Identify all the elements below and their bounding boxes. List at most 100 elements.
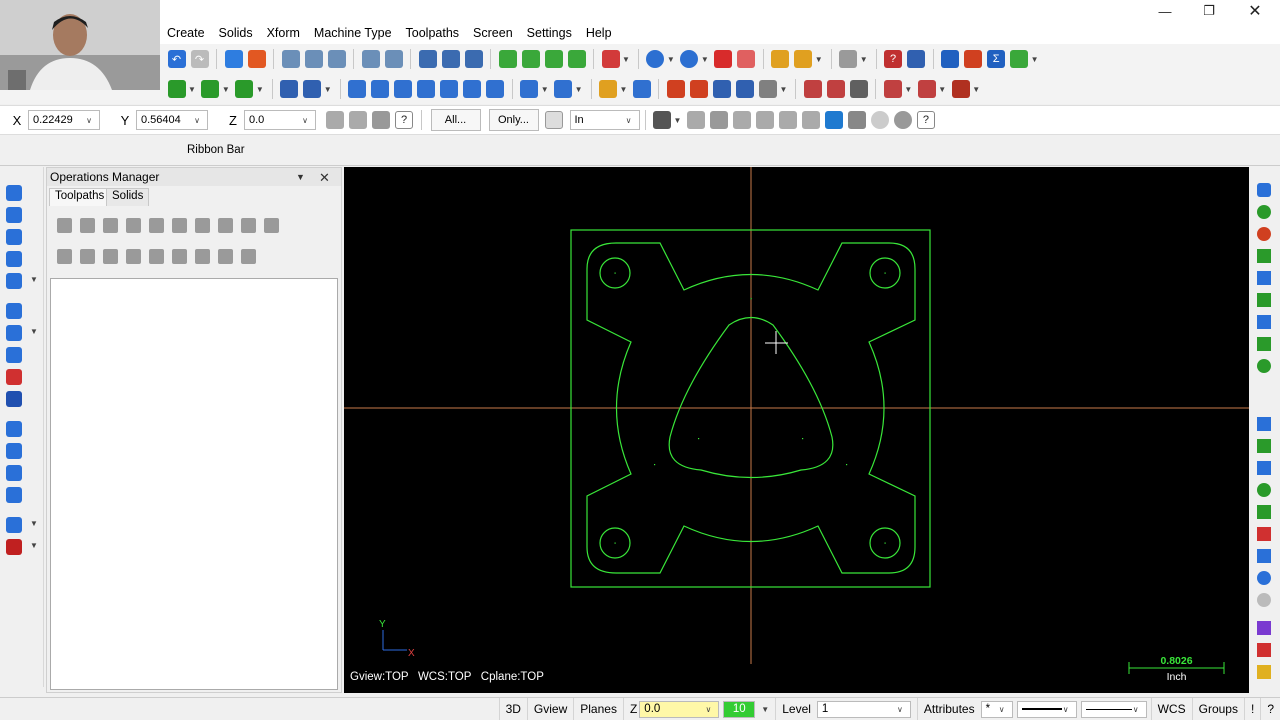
menu-settings[interactable]: Settings	[520, 22, 579, 44]
chevron-down-icon[interactable]: ▼	[222, 85, 230, 94]
edit-point-icon[interactable]	[372, 111, 390, 129]
post-icon[interactable]	[849, 80, 868, 98]
no-entry-icon[interactable]	[1257, 593, 1271, 607]
help-icon[interactable]: ?	[395, 111, 413, 129]
view-right-icon[interactable]	[544, 50, 563, 68]
measure-icon[interactable]	[794, 50, 813, 68]
scroll-icon[interactable]	[195, 248, 210, 264]
chevron-down-icon[interactable]: ▼	[30, 275, 38, 284]
toggle-posting-icon[interactable]	[80, 248, 95, 264]
status-color-field[interactable]: 10	[723, 700, 756, 718]
fast-point-icon[interactable]	[326, 111, 344, 129]
dimension-icon[interactable]	[6, 517, 22, 533]
frame-icon[interactable]	[1257, 527, 1271, 541]
chevron-down-icon[interactable]: ▼	[938, 85, 946, 94]
color-tool-icon[interactable]	[1257, 621, 1271, 635]
solid-icon[interactable]	[6, 539, 22, 555]
solid-icon[interactable]	[714, 50, 733, 68]
menu-solids[interactable]: Solids	[212, 22, 260, 44]
zoom-target-icon[interactable]	[304, 50, 323, 68]
lock-icon[interactable]	[349, 111, 367, 129]
chevron-down-icon[interactable]: ▼	[701, 55, 709, 64]
plus-icon[interactable]	[1257, 439, 1271, 453]
stock-icon[interactable]	[917, 80, 936, 98]
lock-icon[interactable]	[57, 248, 72, 264]
globe-icon[interactable]	[646, 50, 665, 68]
xform-move-icon[interactable]	[348, 80, 367, 98]
chain-icon[interactable]	[653, 111, 671, 129]
status-gview-button[interactable]: Gview	[526, 697, 573, 720]
grid-tool-icon[interactable]	[1257, 271, 1271, 285]
pan-icon[interactable]	[224, 50, 243, 68]
engrave-icon[interactable]	[735, 80, 754, 98]
menu-screen[interactable]: Screen	[466, 22, 520, 44]
point-icon[interactable]	[6, 185, 22, 201]
chevron-down-icon[interactable]: ▼	[256, 85, 264, 94]
arc-icon[interactable]	[6, 229, 22, 245]
menu-help[interactable]: Help	[579, 22, 619, 44]
status-z-field[interactable]: 0.0 ∨	[639, 700, 720, 718]
unit-select[interactable]: In ∨	[569, 110, 640, 130]
xform-mirror-icon[interactable]	[371, 80, 390, 98]
sphere-icon[interactable]	[680, 50, 699, 68]
vector-select-icon[interactable]	[732, 111, 751, 129]
grid-icon[interactable]	[554, 80, 573, 98]
help-icon[interactable]: ?	[916, 111, 935, 129]
zoom-in-icon[interactable]	[327, 50, 346, 68]
solid-select-icon[interactable]	[778, 111, 797, 129]
clear-colors-icon[interactable]	[441, 50, 460, 68]
merge-icon[interactable]	[941, 50, 960, 68]
pocket-icon[interactable]	[666, 80, 685, 98]
rectangle-icon[interactable]	[6, 303, 22, 319]
exit-icon[interactable]	[1010, 50, 1029, 68]
target-icon[interactable]	[1257, 227, 1271, 241]
backplot-icon[interactable]	[149, 217, 164, 233]
line-icon[interactable]	[6, 207, 22, 223]
insert-arrow-icon[interactable]	[172, 248, 187, 264]
restore-button[interactable]: ❐	[1186, 0, 1232, 22]
chevron-down-icon[interactable]: ▼	[667, 55, 675, 64]
status-level-button[interactable]: Level	[775, 697, 817, 720]
door-icon[interactable]	[6, 443, 22, 459]
chevron-down-icon[interactable]: ▼	[972, 85, 980, 94]
status-wcs-button[interactable]: WCS	[1150, 697, 1192, 720]
post-selected-icon[interactable]	[218, 217, 233, 233]
xform-rotate-icon[interactable]	[394, 80, 413, 98]
chevron-down-icon[interactable]: ▼	[1031, 55, 1039, 64]
status-line-width-field[interactable]: ∨	[1080, 700, 1147, 718]
verify-icon[interactable]	[172, 217, 187, 233]
filter-icon[interactable]	[847, 111, 866, 129]
only-display-icon[interactable]	[218, 248, 233, 264]
bounding-box-icon[interactable]	[6, 369, 22, 385]
chevron-down-icon[interactable]: ▼	[904, 85, 912, 94]
fillet-icon[interactable]	[6, 251, 22, 267]
redo-icon[interactable]: ↷	[190, 50, 209, 68]
view-top-icon[interactable]	[498, 50, 517, 68]
status-groups-button[interactable]: Groups	[1191, 697, 1244, 720]
chevron-down-icon[interactable]: ▼	[860, 55, 868, 64]
face-select-icon[interactable]	[801, 111, 820, 129]
tab-toolpaths[interactable]: Toolpaths	[49, 188, 111, 206]
status-alert-button[interactable]: !	[1243, 697, 1260, 720]
move-up-icon[interactable]	[149, 248, 164, 264]
polygon-select-icon[interactable]	[709, 111, 728, 129]
regenerate-icon[interactable]	[103, 217, 118, 233]
shading-icon[interactable]	[601, 50, 620, 68]
trim-icon[interactable]	[280, 80, 299, 98]
chevron-down-icon[interactable]: ▼	[761, 705, 769, 714]
xform-roll-icon[interactable]	[486, 80, 505, 98]
status-level-field[interactable]: 1 ∨	[816, 700, 911, 718]
polygon-icon[interactable]	[6, 325, 22, 341]
select-dirty-ops-icon[interactable]	[80, 217, 95, 233]
select-only-button[interactable]: Only...	[488, 109, 539, 131]
layout-icon[interactable]	[907, 50, 926, 68]
move-down-icon[interactable]	[126, 248, 141, 264]
chevron-down-icon[interactable]: ∨	[1133, 705, 1139, 714]
chevron-down-icon[interactable]: ∨	[705, 705, 711, 714]
plane-icon[interactable]	[1257, 183, 1271, 197]
chevron-down-icon[interactable]: ∨	[1063, 705, 1069, 714]
chevron-down-icon[interactable]: ▼	[674, 116, 682, 125]
chevron-down-icon[interactable]: ▼	[541, 85, 549, 94]
simulate-icon[interactable]	[883, 80, 902, 98]
select-all-ops-icon[interactable]	[57, 217, 72, 233]
